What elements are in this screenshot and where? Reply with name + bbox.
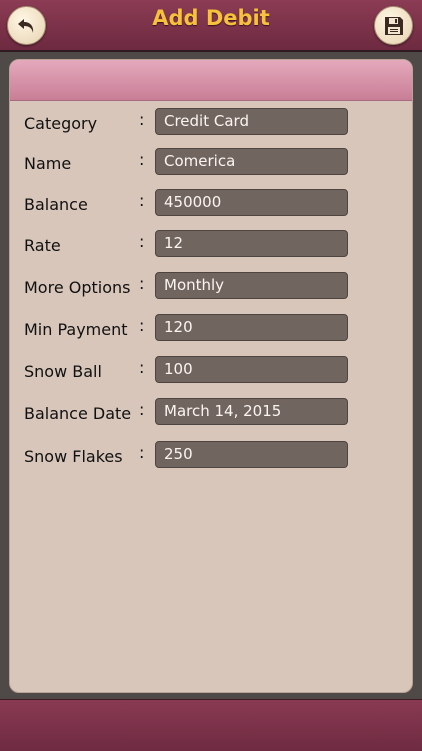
top-navigation-bar: Add Debit <box>0 0 422 52</box>
save-button[interactable] <box>374 6 413 45</box>
category-field[interactable]: Credit Card <box>155 108 348 135</box>
name-label: Name <box>24 154 72 173</box>
separator: : <box>139 191 145 210</box>
rate-label: Rate <box>24 236 61 255</box>
balance-date-field[interactable]: March 14, 2015 <box>155 398 348 425</box>
separator: : <box>139 316 145 335</box>
separator: : <box>139 150 145 169</box>
separator: : <box>139 443 145 462</box>
rate-field[interactable]: 12 <box>155 230 348 257</box>
form-row-balance-date: Balance Date : March 14, 2015 <box>10 398 412 426</box>
form-row-rate: Rate : 12 <box>10 230 412 258</box>
category-label: Category <box>24 114 98 133</box>
more-options-label: More Options <box>24 278 131 297</box>
balance-label: Balance <box>24 195 88 214</box>
min-payment-label: Min Payment <box>24 320 128 339</box>
form-row-name: Name : Comerica <box>10 148 412 176</box>
debit-form-card: Category : Credit Card Name : Comerica B… <box>9 59 413 693</box>
page-title: Add Debit <box>152 6 270 30</box>
form-row-more-options: More Options : Monthly <box>10 272 412 300</box>
separator: : <box>139 358 145 377</box>
floppy-disk-icon <box>384 16 403 35</box>
min-payment-field[interactable]: 120 <box>155 314 348 341</box>
form-row-snow-flakes: Snow Flakes : 250 <box>10 441 412 469</box>
snow-flakes-label: Snow Flakes <box>24 447 123 466</box>
separator: : <box>139 274 145 293</box>
separator: : <box>139 110 145 129</box>
form-row-min-payment: Min Payment : 120 <box>10 314 412 342</box>
more-options-field[interactable]: Monthly <box>155 272 348 299</box>
form-row-snow-ball: Snow Ball : 100 <box>10 356 412 384</box>
name-field[interactable]: Comerica <box>155 148 348 175</box>
balance-date-label: Balance Date <box>24 404 132 423</box>
balance-field[interactable]: 450000 <box>155 189 348 216</box>
separator: : <box>139 232 145 251</box>
card-header <box>10 60 412 101</box>
snow-ball-label: Snow Ball <box>24 362 102 381</box>
form-row-balance: Balance : 450000 <box>10 189 412 217</box>
snow-flakes-field[interactable]: 250 <box>155 441 348 468</box>
bottom-bar <box>0 699 422 751</box>
snow-ball-field[interactable]: 100 <box>155 356 348 383</box>
separator: : <box>139 400 145 419</box>
form-row-category: Category : Credit Card <box>10 108 412 136</box>
